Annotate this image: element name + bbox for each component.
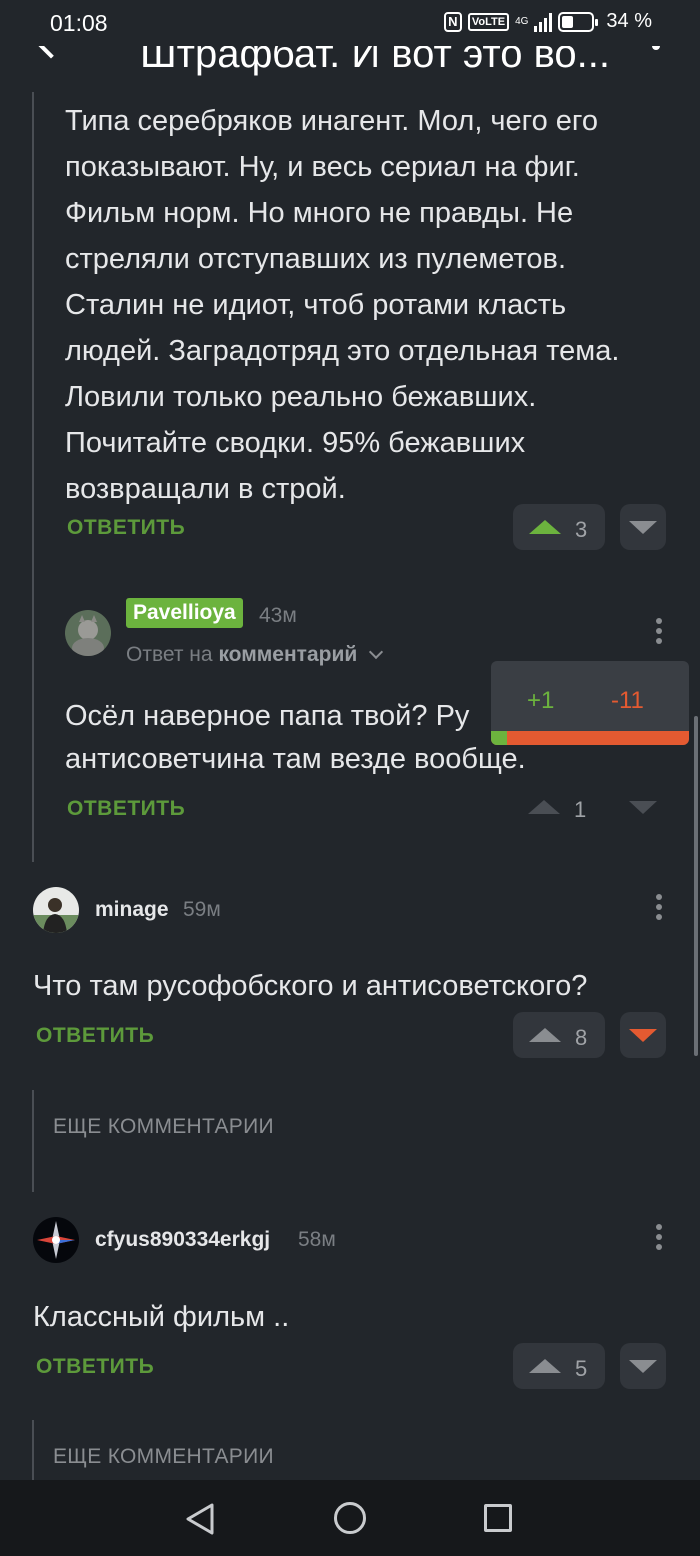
battery-icon <box>558 11 599 32</box>
comment-line: Фильм норм. Но много не правды. Не <box>65 197 574 229</box>
comment-time: 58м <box>298 1228 336 1251</box>
downvote-button[interactable] <box>620 1012 666 1058</box>
downvote-icon[interactable] <box>629 801 657 814</box>
comment-line: Почитайте сводки. 95% бежавших <box>65 427 526 459</box>
upvote-button[interactable]: 5 <box>513 1343 605 1389</box>
rating-count: 3 <box>575 517 588 542</box>
downvote-button[interactable] <box>620 504 666 550</box>
status-icons: N VoLTE 4G 34 % <box>443 10 652 33</box>
more-vertical-icon[interactable] <box>656 894 662 924</box>
upvote-icon <box>529 1028 561 1042</box>
page-title: Штрафбат. И вот это во... <box>140 46 611 76</box>
status-time: 01:08 <box>50 10 108 36</box>
reply-button[interactable]: ОТВЕТИТЬ <box>36 1355 154 1379</box>
avatar[interactable] <box>33 887 79 933</box>
more-vertical-icon[interactable] <box>656 1224 662 1254</box>
reply-to-prefix: Ответ на <box>126 643 213 666</box>
username: Pavellioya <box>133 601 236 624</box>
comment-line: Сталин не идиот, чтоб ротами класть <box>65 289 567 321</box>
nfc-icon: N <box>443 11 462 32</box>
comment-line: стреляли отступавших из пулеметов. <box>65 243 567 275</box>
more-comments-button[interactable]: ЕЩЕ КОММЕНТАРИИ <box>53 1115 274 1139</box>
upvote-icon[interactable] <box>528 800 560 814</box>
avatar[interactable] <box>33 1217 79 1263</box>
comment-line: людей. Заградотряд это отдельная тема. <box>65 335 620 367</box>
signal-icon <box>534 12 553 32</box>
battery-percent: 34 % <box>606 10 652 32</box>
status-bar: 01:08 N VoLTE 4G 34 % <box>0 0 700 46</box>
comment-line: Типа серебряков инагент. Мол, чего его <box>65 105 598 137</box>
comment-text: Классный фильм .. <box>33 1301 290 1333</box>
reply-button[interactable]: ОТВЕТИТЬ <box>67 797 185 821</box>
rating-count: 5 <box>575 1356 588 1381</box>
network-type-icon: 4G <box>515 15 529 27</box>
comment-time: 43м <box>259 604 297 627</box>
more-comments-button[interactable]: ЕЩЕ КОММЕНТАРИИ <box>53 1445 274 1469</box>
reply-button[interactable]: ОТВЕТИТЬ <box>67 516 185 540</box>
comment-text: Что там русофобского и антисоветского? <box>33 970 588 1002</box>
comment-time: 59м <box>183 898 221 921</box>
chevron-down-icon <box>369 644 384 660</box>
scrollbar[interactable] <box>694 716 698 1056</box>
username[interactable]: cfyus890334erkgj <box>95 1228 270 1252</box>
reply-to[interactable]: Ответ на комментарий <box>126 643 384 667</box>
back-arrow-icon[interactable] <box>35 46 67 59</box>
thread-line <box>32 92 34 862</box>
downvote-icon <box>629 521 657 534</box>
thread-line <box>32 1090 34 1192</box>
rating-bar-positive <box>491 731 508 745</box>
username-badge[interactable]: Pavellioya <box>126 598 243 628</box>
system-nav-bar <box>0 1480 700 1556</box>
reply-to-target: комментарий <box>218 643 358 666</box>
comment-line: Ловили только реально бежавших. <box>65 381 537 413</box>
more-vertical-icon[interactable] <box>656 618 662 648</box>
downvote-total: -11 <box>611 687 644 714</box>
nav-recent-icon[interactable] <box>484 1504 512 1532</box>
nav-home-icon[interactable] <box>334 1502 366 1534</box>
app-header: Штрафбат. И вот это во... <box>0 46 700 92</box>
upvote-icon <box>529 520 561 534</box>
upvote-button[interactable]: 3 <box>513 504 605 550</box>
thread-line <box>32 1420 34 1480</box>
comment-line: антисоветчина там везде вообще. <box>65 743 526 775</box>
rating-count: 8 <box>575 1025 588 1050</box>
nav-back-icon[interactable] <box>184 1502 216 1536</box>
upvote-total: +1 <box>527 687 555 714</box>
upvote-icon <box>529 1359 561 1373</box>
downvote-button[interactable] <box>620 1343 666 1389</box>
downvote-icon <box>629 1029 657 1042</box>
rating-bar <box>491 731 689 745</box>
username[interactable]: minage <box>95 898 169 922</box>
avatar[interactable] <box>65 610 111 656</box>
comment-text: Типа серебряков инагент. Мол, чего его п… <box>65 102 685 509</box>
upvote-button[interactable]: 8 <box>513 1012 605 1058</box>
volte-icon: VoLTE <box>467 12 510 31</box>
rating-popup: +1 -11 <box>491 661 689 745</box>
comment-line: показывают. Ну, и весь сериал на фиг. <box>65 151 580 183</box>
rating-count: 1 <box>574 797 587 822</box>
reply-button[interactable]: ОТВЕТИТЬ <box>36 1024 154 1048</box>
downvote-icon <box>629 1360 657 1373</box>
more-vertical-icon[interactable] <box>652 46 660 50</box>
